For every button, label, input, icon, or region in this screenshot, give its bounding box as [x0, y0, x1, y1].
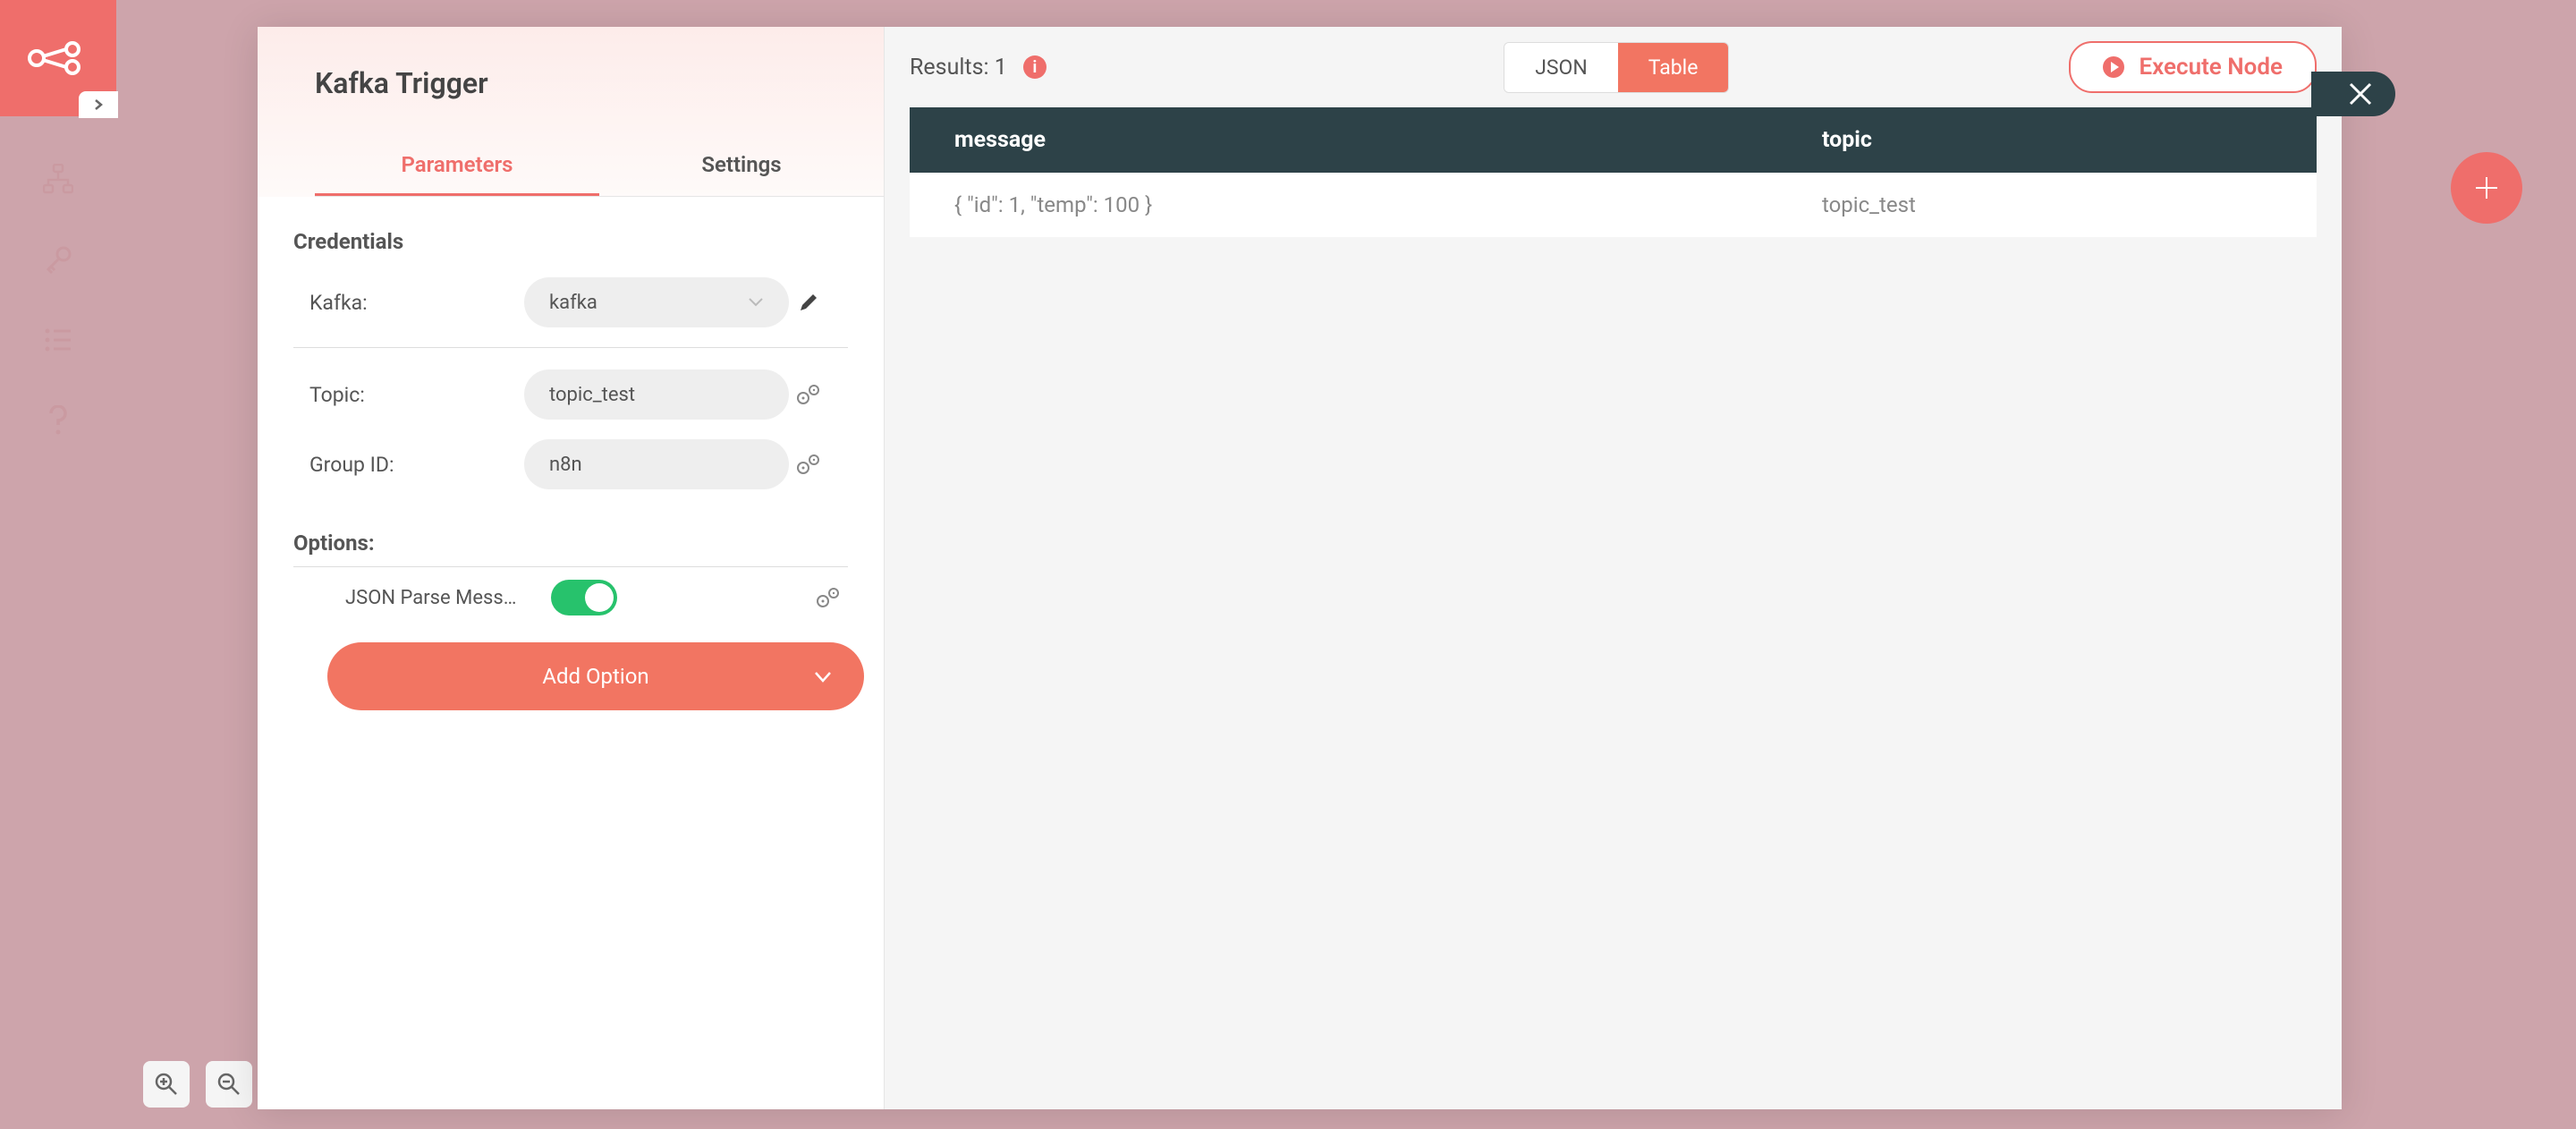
node-header: Kafka Trigger Parameters Settings: [258, 27, 884, 197]
logo[interactable]: [0, 0, 116, 116]
execute-label: Execute Node: [2139, 54, 2283, 81]
add-node-button[interactable]: [2451, 152, 2522, 224]
zoom-out-button[interactable]: [206, 1061, 252, 1108]
list-icon: [44, 327, 72, 352]
chevron-right-icon: [92, 98, 105, 111]
results-panel: Results: 1 i JSON Table Execute Node mes…: [885, 27, 2342, 1109]
pencil-icon: [797, 291, 820, 314]
logo-icon: [28, 40, 89, 76]
sidebar-item-help[interactable]: [40, 403, 76, 438]
sidebar-item-workflows[interactable]: [40, 161, 76, 197]
plus-icon: [2472, 174, 2501, 202]
divider: [293, 347, 848, 348]
sidebar-item-executions[interactable]: [40, 322, 76, 358]
topic-label: Topic:: [309, 383, 524, 407]
add-option-button[interactable]: Add Option: [327, 642, 864, 710]
kafka-label: Kafka:: [309, 291, 524, 315]
results-table: message topic { "id": 1, "temp": 100 } t…: [910, 107, 2317, 237]
cell-message: { "id": 1, "temp": 100 }: [954, 192, 1822, 217]
option-row-json-parse: JSON Parse Mess…: [293, 566, 848, 632]
field-row-topic: Topic: topic_test: [293, 369, 848, 420]
view-table-button[interactable]: Table: [1618, 43, 1729, 92]
zoom-in-button[interactable]: [143, 1061, 190, 1108]
credential-row-kafka: Kafka: kafka: [293, 277, 848, 327]
play-icon: [2103, 56, 2124, 78]
sidebar-toggle[interactable]: [79, 91, 118, 118]
group-label: Group ID:: [309, 453, 524, 477]
table-row[interactable]: { "id": 1, "temp": 100 } topic_test: [910, 173, 2317, 237]
group-input[interactable]: n8n: [524, 439, 789, 489]
topic-gear-button[interactable]: [789, 383, 828, 406]
gears-icon: [795, 453, 822, 476]
json-parse-gear-button[interactable]: [809, 586, 848, 609]
col-message: message: [954, 127, 1822, 153]
close-button[interactable]: [2311, 72, 2395, 116]
view-json-button[interactable]: JSON: [1504, 43, 1618, 92]
kafka-credential-value: kafka: [549, 292, 597, 314]
info-icon[interactable]: i: [1023, 55, 1046, 79]
workflow-icon: [43, 164, 73, 194]
node-title: Kafka Trigger: [315, 66, 884, 136]
chevron-down-icon: [748, 297, 764, 308]
close-icon: [2347, 81, 2374, 107]
add-option-label: Add Option: [542, 664, 648, 689]
group-gear-button[interactable]: [789, 453, 828, 476]
tab-parameters[interactable]: Parameters: [315, 136, 599, 196]
node-config-panel: Kafka Trigger Parameters Settings Creden…: [258, 27, 885, 1109]
help-icon: [48, 405, 68, 436]
zoom-in-icon: [154, 1072, 179, 1097]
sidebar-item-credentials[interactable]: [40, 242, 76, 277]
col-topic: topic: [1822, 127, 2272, 153]
results-header: Results: 1 i JSON Table Execute Node: [885, 27, 2342, 107]
gears-icon: [815, 586, 842, 609]
gears-icon: [795, 383, 822, 406]
json-parse-label: JSON Parse Mess…: [345, 587, 542, 609]
results-count: Results: 1: [910, 55, 1007, 81]
options-heading: Options:: [293, 531, 848, 556]
json-parse-toggle[interactable]: [551, 580, 617, 615]
credentials-heading: Credentials: [293, 229, 848, 254]
key-icon: [44, 245, 72, 274]
tab-settings[interactable]: Settings: [599, 136, 884, 196]
execute-node-button[interactable]: Execute Node: [2069, 41, 2317, 93]
zoom-controls: [143, 1061, 252, 1108]
toggle-knob: [585, 583, 614, 612]
edit-credential-button[interactable]: [789, 291, 828, 314]
node-modal: Kafka Trigger Parameters Settings Creden…: [258, 27, 2342, 1109]
sidebar: [0, 0, 116, 1129]
cell-topic: topic_test: [1822, 192, 2272, 217]
parameters-body: Credentials Kafka: kafka Topic: topic_te…: [258, 197, 884, 1109]
group-value: n8n: [549, 454, 582, 476]
view-toggle: JSON Table: [1504, 42, 1729, 93]
table-head: message topic: [910, 107, 2317, 173]
zoom-out-icon: [216, 1072, 242, 1097]
topic-input[interactable]: topic_test: [524, 369, 789, 420]
chevron-down-icon: [814, 664, 832, 689]
topic-value: topic_test: [549, 384, 635, 406]
kafka-credential-select[interactable]: kafka: [524, 277, 789, 327]
field-row-group: Group ID: n8n: [293, 439, 848, 489]
node-tabs: Parameters Settings: [315, 136, 884, 197]
